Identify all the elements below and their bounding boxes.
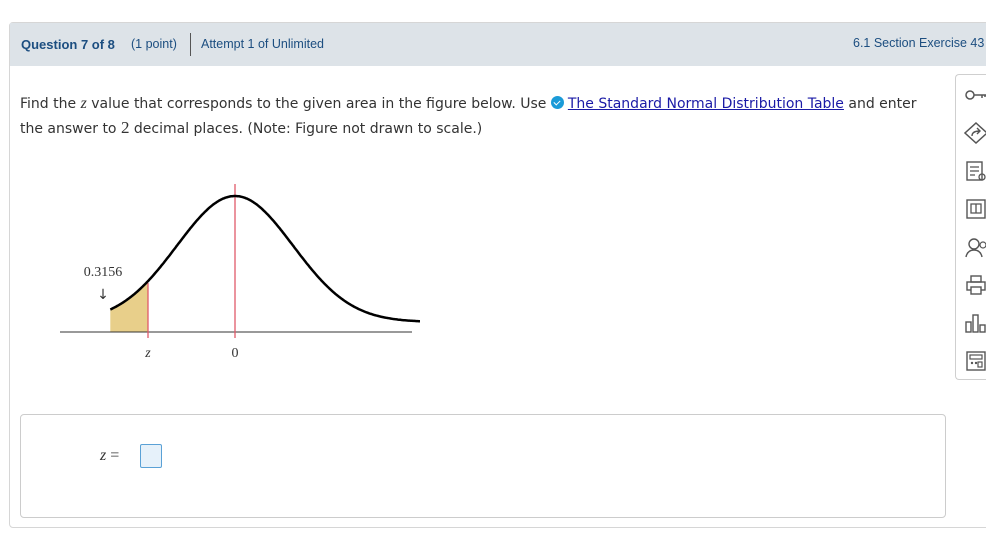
answer-label: z = [100,447,119,465]
question-prompt: Find the z value that corresponds to the… [20,92,940,141]
question-number: Question 7 of 8 [21,37,115,52]
calculator-icon [966,351,986,371]
attempt-count: Attempt 1 of Unlimited [201,37,324,51]
textbook-icon [966,199,986,219]
chart-icon [965,314,986,333]
normal-table-link[interactable]: The Standard Normal Distribution Table [568,96,844,112]
tools-sidebar [955,74,986,380]
help-button[interactable] [956,229,986,265]
zero-tick-label: 0 [232,346,239,361]
area-label: 0.3156 [84,265,123,280]
print-icon [966,275,986,295]
key-icon [965,90,986,100]
help-icon [965,238,986,258]
normal-curve-figure: 0.3156 ↓ z 0 [60,184,420,361]
answer-input[interactable] [140,444,162,468]
question-points: (1 point) [131,37,177,51]
question-header: Question 7 of 8 (1 point) Attempt 1 of U… [10,23,986,66]
prompt-text: decimal places. (Note: Figure not drawn … [129,121,483,137]
hint-button[interactable] [956,115,986,151]
answer-equals: = [106,447,120,464]
section-title: 6.1 Section Exercise 43 [853,36,985,50]
z-tick-label: z [144,346,151,361]
area-arrow: ↓ [97,287,109,303]
prompt-text: value that corresponds to the given area… [86,96,551,112]
notes-icon [966,161,986,181]
answer-area: z = [20,414,946,518]
prompt-text: Find the [20,96,81,112]
chart-button[interactable] [956,305,986,341]
normal-curve [109,194,420,323]
header-divider [190,33,191,56]
info-icon[interactable] [550,96,564,109]
notes-button[interactable] [956,153,986,189]
hint-icon [964,122,986,144]
textbook-button[interactable] [956,191,986,227]
print-button[interactable] [956,267,986,303]
key-button[interactable] [956,77,986,113]
calculator-button[interactable] [956,343,986,379]
